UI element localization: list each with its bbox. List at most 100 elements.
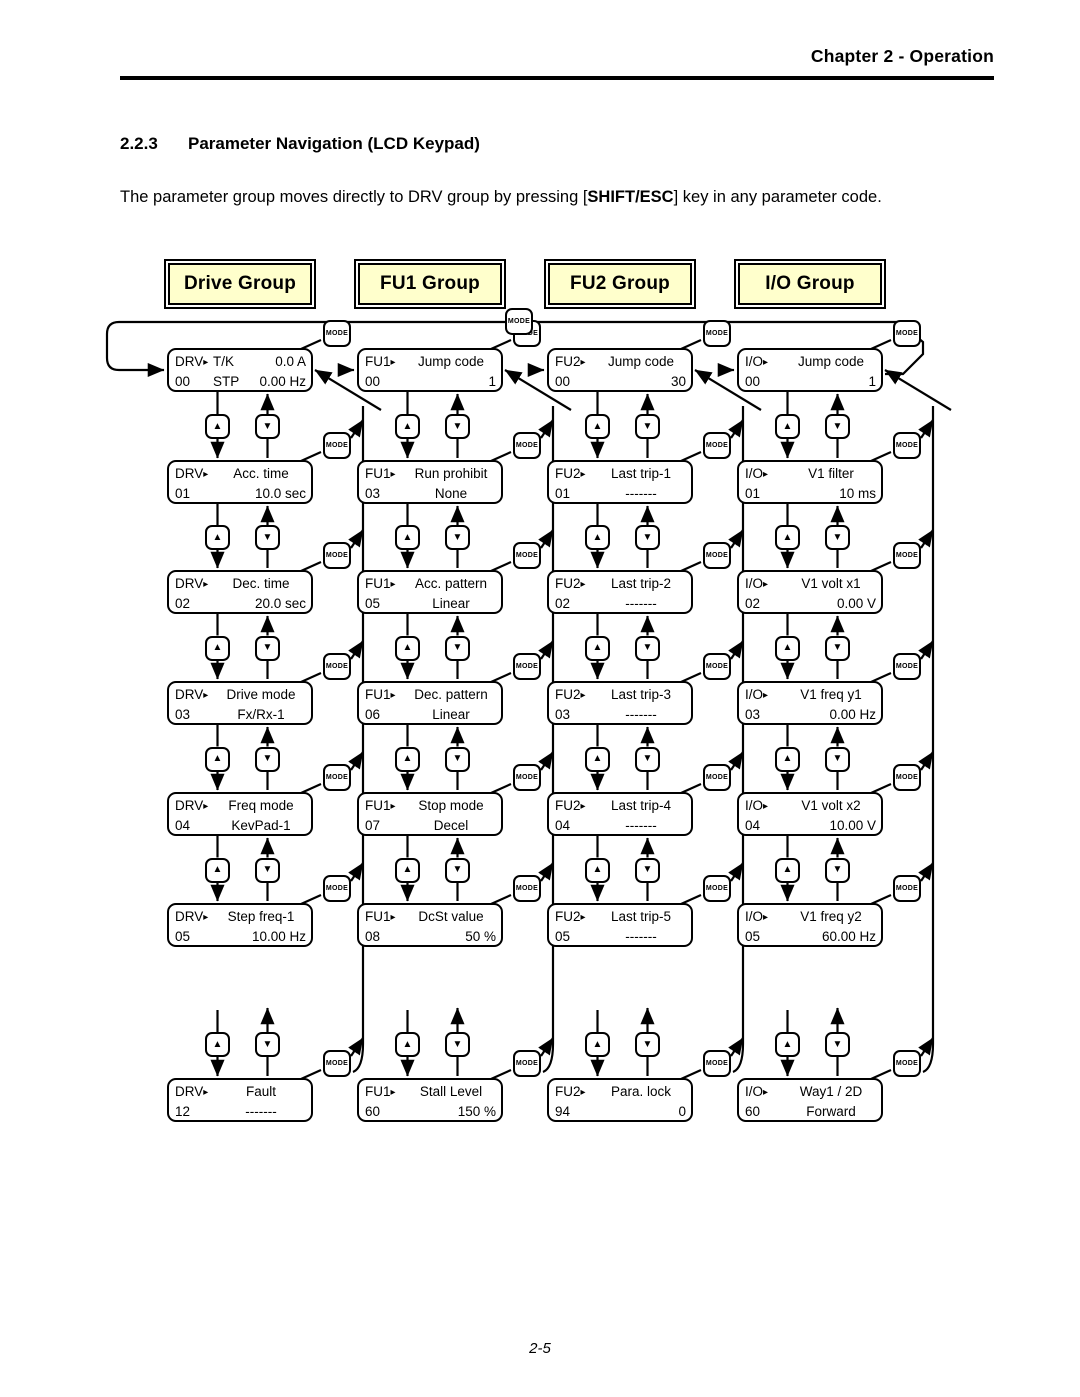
down-key-button[interactable]: ▼ — [635, 635, 660, 661]
up-key-button[interactable]: ▲ — [585, 525, 610, 550]
down-key-button[interactable]: ▼ — [255, 1032, 280, 1057]
up-key-button[interactable]: ▲ — [775, 635, 800, 661]
mode-key-button[interactable]: MODE — [703, 542, 731, 569]
lcd-box-fu1-group-60[interactable]: FU1▸ Stall Level 60 150 % — [357, 1078, 503, 1122]
mode-key-button[interactable]: MODE — [323, 542, 351, 569]
lcd-box-drive-group-01[interactable]: DRV▸ Acc. time 01 10.0 sec — [167, 460, 313, 504]
up-key-button[interactable]: ▲ — [205, 857, 230, 883]
mode-key-button[interactable]: MODE — [893, 653, 921, 680]
down-key-button[interactable]: ▼ — [445, 1032, 470, 1057]
up-key-button[interactable]: ▲ — [585, 746, 610, 772]
lcd-box-fu1-group-05[interactable]: FU1▸ Acc. pattern 05 Linear — [357, 570, 503, 614]
lcd-box-fu2-group-02[interactable]: FU2▸ Last trip-2 02 ------- — [547, 570, 693, 614]
down-key-button[interactable]: ▼ — [825, 857, 850, 883]
mode-key-button[interactable]: MODE — [703, 432, 731, 459]
lcd-box-io-group-02[interactable]: I/O▸ V1 volt x1 02 0.00 V — [737, 570, 883, 614]
up-key-button[interactable]: ▲ — [775, 746, 800, 772]
mode-key-button[interactable]: MODE — [703, 875, 731, 902]
up-key-button[interactable]: ▲ — [585, 857, 610, 883]
down-key-button[interactable]: ▼ — [255, 746, 280, 772]
up-key-button[interactable]: ▲ — [205, 1032, 230, 1057]
mode-key-button[interactable]: MODE — [893, 764, 921, 791]
down-key-button[interactable]: ▼ — [635, 525, 660, 550]
up-key-button[interactable]: ▲ — [775, 1032, 800, 1057]
up-key-button[interactable]: ▲ — [205, 746, 230, 772]
up-key-button[interactable]: ▲ — [395, 1032, 420, 1057]
up-key-button[interactable]: ▲ — [205, 525, 230, 550]
down-key-button[interactable]: ▼ — [445, 857, 470, 883]
mode-key-button[interactable]: MODE — [513, 764, 541, 791]
mode-key-button[interactable]: MODE — [323, 432, 351, 459]
mode-key-button[interactable]: MODE — [513, 875, 541, 902]
lcd-box-fu1-group-08[interactable]: FU1▸ DcSt value 08 50 % — [357, 903, 503, 947]
down-key-button[interactable]: ▼ — [445, 414, 470, 439]
mode-key-button[interactable]: MODE — [893, 1050, 921, 1077]
mode-key-button[interactable]: MODE — [703, 320, 731, 347]
up-key-button[interactable]: ▲ — [585, 414, 610, 439]
down-key-button[interactable]: ▼ — [255, 857, 280, 883]
mode-key-button[interactable]: MODE — [513, 653, 541, 680]
up-key-button[interactable]: ▲ — [775, 857, 800, 883]
lcd-box-drive-group-03[interactable]: DRV▸ Drive mode 03 Fx/Rx-1 — [167, 681, 313, 725]
lcd-box-io-group-01[interactable]: I/O▸ V1 filter 01 10 ms — [737, 460, 883, 504]
lcd-box-drive-group-05[interactable]: DRV▸ Step freq-1 05 10.00 Hz — [167, 903, 313, 947]
lcd-box-fu2-group-04[interactable]: FU2▸ Last trip-4 04 ------- — [547, 792, 693, 836]
down-key-button[interactable]: ▼ — [255, 635, 280, 661]
lcd-box-fu1-group-06[interactable]: FU1▸ Dec. pattern 06 Linear — [357, 681, 503, 725]
lcd-box-fu2-group-94[interactable]: FU2▸ Para. lock 94 0 — [547, 1078, 693, 1122]
down-key-button[interactable]: ▼ — [825, 1032, 850, 1057]
mode-key-button[interactable]: MODE — [893, 432, 921, 459]
down-key-button[interactable]: ▼ — [635, 857, 660, 883]
mode-key-button[interactable]: MODE — [513, 542, 541, 569]
mode-key-button[interactable]: MODE — [703, 764, 731, 791]
lcd-box-fu2-group-01[interactable]: FU2▸ Last trip-1 01 ------- — [547, 460, 693, 504]
down-key-button[interactable]: ▼ — [255, 414, 280, 439]
lcd-box-fu1-group-03[interactable]: FU1▸ Run prohibit 03 None — [357, 460, 503, 504]
down-key-button[interactable]: ▼ — [445, 635, 470, 661]
mode-key-button[interactable]: MODE — [703, 653, 731, 680]
lcd-box-drive-group-12[interactable]: DRV▸ Fault 12 ------- — [167, 1078, 313, 1122]
down-key-button[interactable]: ▼ — [635, 746, 660, 772]
up-key-button[interactable]: ▲ — [205, 414, 230, 439]
up-key-button[interactable]: ▲ — [395, 746, 420, 772]
up-key-button[interactable]: ▲ — [775, 525, 800, 550]
mode-key-button-shift-esc[interactable]: MODE — [505, 308, 533, 335]
mode-key-button[interactable]: MODE — [893, 542, 921, 569]
lcd-box-fu2-group-00[interactable]: FU2▸ Jump code 00 30 — [547, 348, 693, 392]
mode-key-button[interactable]: MODE — [323, 764, 351, 791]
mode-key-button[interactable]: MODE — [323, 875, 351, 902]
lcd-box-drive-group-04[interactable]: DRV▸ Freq mode 04 KevPad-1 — [167, 792, 313, 836]
lcd-box-io-group-00[interactable]: I/O▸ Jump code 00 1 — [737, 348, 883, 392]
down-key-button[interactable]: ▼ — [445, 525, 470, 550]
lcd-box-drive-group-00[interactable]: DRV▸ T/K 0.0 A 00 STP 0.00 Hz — [167, 348, 313, 392]
up-key-button[interactable]: ▲ — [775, 414, 800, 439]
up-key-button[interactable]: ▲ — [395, 525, 420, 550]
up-key-button[interactable]: ▲ — [395, 414, 420, 439]
down-key-button[interactable]: ▼ — [635, 1032, 660, 1057]
down-key-button[interactable]: ▼ — [635, 414, 660, 439]
down-key-button[interactable]: ▼ — [825, 414, 850, 439]
down-key-button[interactable]: ▼ — [445, 746, 470, 772]
lcd-box-fu1-group-07[interactable]: FU1▸ Stop mode 07 Decel — [357, 792, 503, 836]
mode-key-button[interactable]: MODE — [893, 320, 921, 347]
mode-key-button[interactable]: MODE — [323, 320, 351, 347]
lcd-box-io-group-03[interactable]: I/O▸ V1 freq y1 03 0.00 Hz — [737, 681, 883, 725]
down-key-button[interactable]: ▼ — [255, 525, 280, 550]
mode-key-button[interactable]: MODE — [893, 875, 921, 902]
lcd-box-fu2-group-05[interactable]: FU2▸ Last trip-5 05 ------- — [547, 903, 693, 947]
up-key-button[interactable]: ▲ — [585, 635, 610, 661]
lcd-box-fu2-group-03[interactable]: FU2▸ Last trip-3 03 ------- — [547, 681, 693, 725]
lcd-box-io-group-05[interactable]: I/O▸ V1 freq y2 05 60.00 Hz — [737, 903, 883, 947]
lcd-box-io-group-04[interactable]: I/O▸ V1 volt x2 04 10.00 V — [737, 792, 883, 836]
mode-key-button[interactable]: MODE — [513, 432, 541, 459]
lcd-box-drive-group-02[interactable]: DRV▸ Dec. time 02 20.0 sec — [167, 570, 313, 614]
lcd-box-io-group-60[interactable]: I/O▸ Way1 / 2D 60 Forward — [737, 1078, 883, 1122]
up-key-button[interactable]: ▲ — [395, 635, 420, 661]
down-key-button[interactable]: ▼ — [825, 525, 850, 550]
down-key-button[interactable]: ▼ — [825, 746, 850, 772]
mode-key-button[interactable]: MODE — [323, 1050, 351, 1077]
lcd-box-fu1-group-00[interactable]: FU1▸ Jump code 00 1 — [357, 348, 503, 392]
down-key-button[interactable]: ▼ — [825, 635, 850, 661]
mode-key-button[interactable]: MODE — [703, 1050, 731, 1077]
up-key-button[interactable]: ▲ — [585, 1032, 610, 1057]
